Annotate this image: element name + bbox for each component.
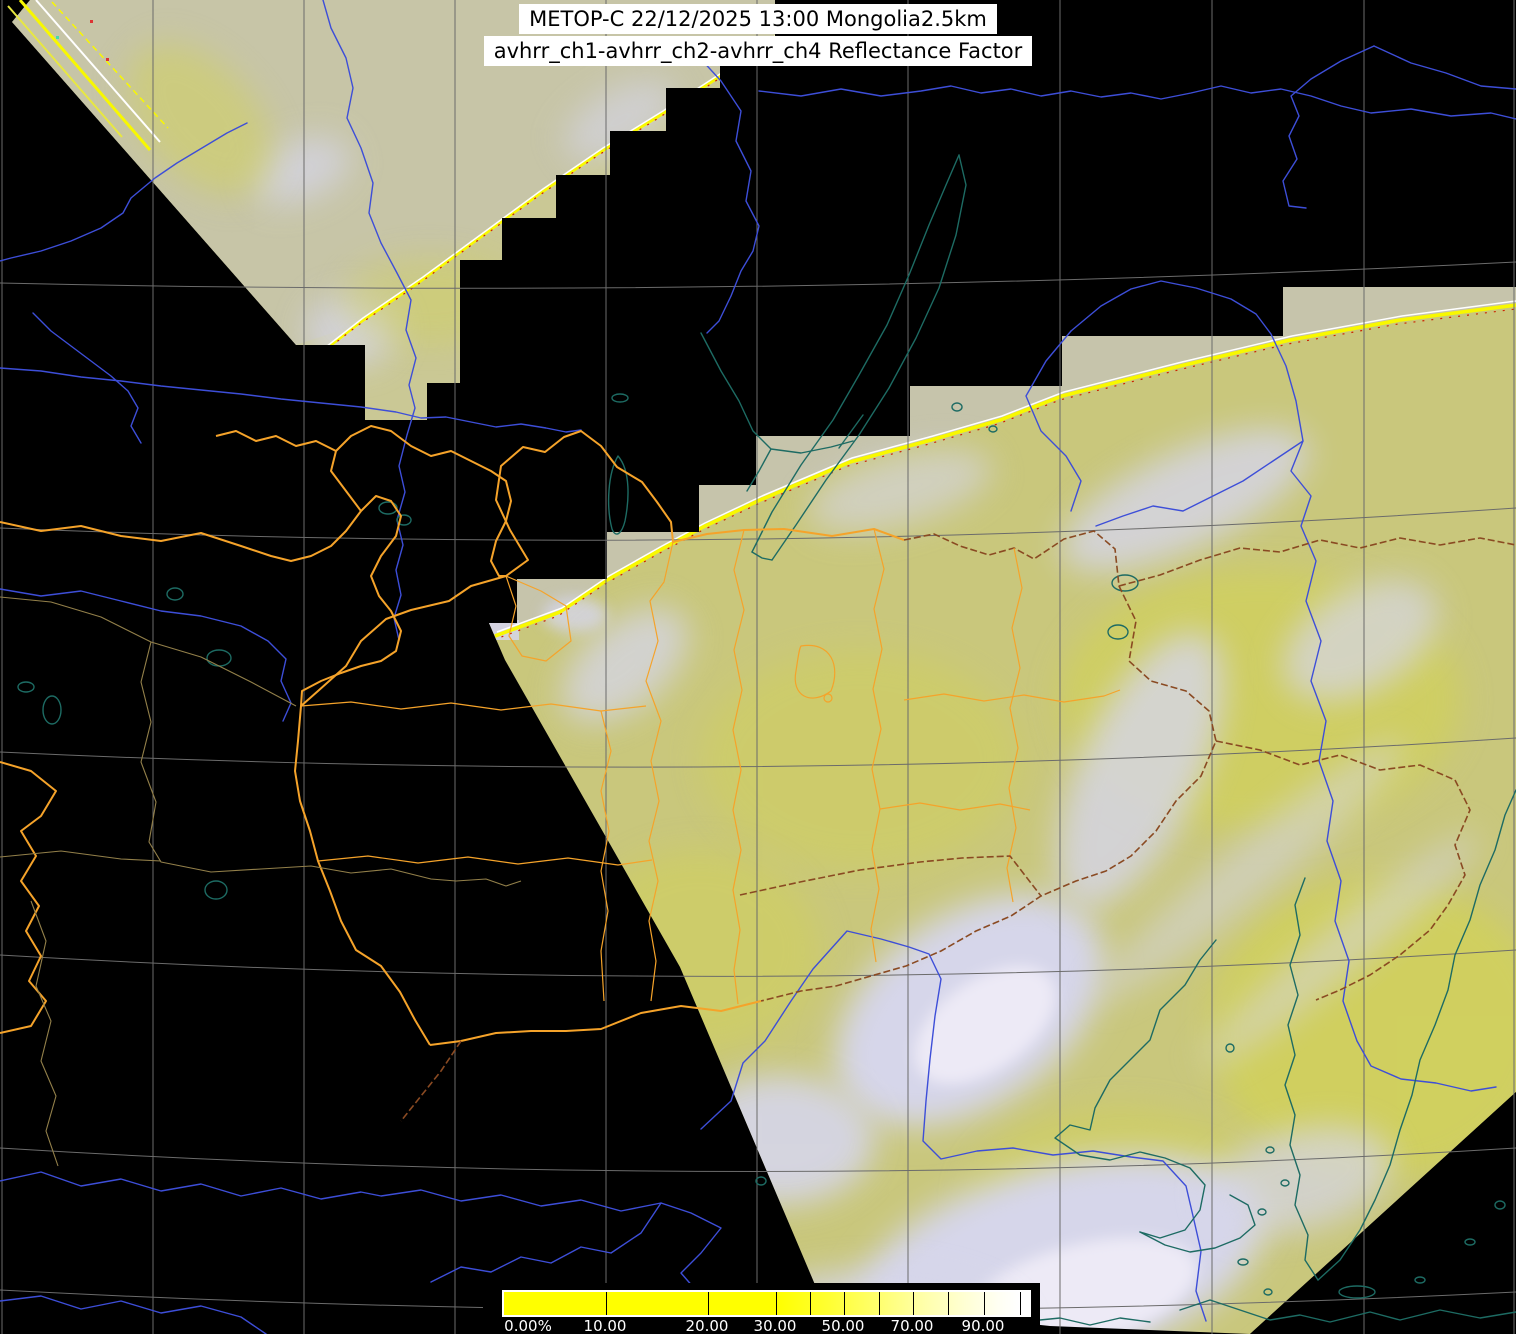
colorbar-tick-10	[605, 1292, 607, 1315]
colorbar-tick-40	[810, 1292, 812, 1315]
colorbar-label-20: 20.00	[685, 1317, 729, 1334]
title-line-2: avhrr_ch1-avhrr_ch2-avhrr_ch4 Reflectanc…	[483, 36, 1033, 66]
colorbar-gradient	[504, 1292, 1029, 1315]
colorbar-label-30: 30.00	[753, 1317, 797, 1334]
colorbar-tick-60	[878, 1292, 880, 1315]
colorbar-tick-70	[912, 1292, 914, 1315]
colorbar-label-70: 70.00	[890, 1317, 934, 1334]
colorbar-tick-30	[775, 1292, 777, 1315]
colorbar-label-10: 10.00	[583, 1317, 627, 1334]
colorbar-label-90: 90.00	[961, 1317, 1005, 1334]
colorbar-tick-90	[983, 1292, 985, 1315]
title-line-1: METOP-C 22/12/2025 13:00 Mongolia2.5km	[519, 4, 997, 34]
colorbar-frame	[502, 1290, 1031, 1317]
satellite-map-image: METOP-C 22/12/2025 13:00 Mongolia2.5km a…	[0, 0, 1516, 1334]
colorbar-tick-20	[708, 1292, 710, 1315]
colorbar-tick-50	[844, 1292, 846, 1315]
colorbar-label-50: 50.00	[821, 1317, 865, 1334]
map-canvas	[0, 0, 1516, 1334]
colorbar-tick-80	[948, 1292, 950, 1315]
colorbar: 0.00% 10.00 20.00 30.00 50.00 70.00 90.0…	[483, 1283, 1040, 1334]
colorbar-label-0: 0.00%	[504, 1317, 552, 1334]
colorbar-tick-end	[1020, 1292, 1022, 1315]
title-block: METOP-C 22/12/2025 13:00 Mongolia2.5km a…	[0, 4, 1516, 66]
